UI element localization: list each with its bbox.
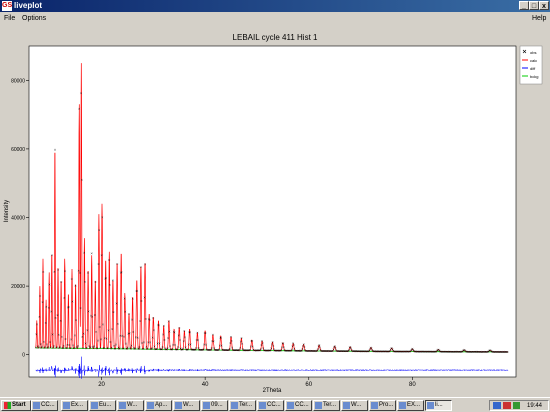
window-title: liveplot <box>14 1 43 10</box>
taskbar-button[interactable]: CC... <box>31 400 58 411</box>
y-tick-label: 80000 <box>11 78 25 84</box>
legend-label-bckg: bckg <box>530 74 538 79</box>
legend-label-calc: calc <box>530 58 537 63</box>
menu-file[interactable]: File <box>4 15 15 22</box>
taskbar-button[interactable]: Ap... <box>145 400 172 411</box>
close-button[interactable]: x <box>539 1 549 10</box>
taskbar-button[interactable]: CC... <box>285 400 312 411</box>
taskbar: Start CC... Ex... Eu... W... Ap... W... 09... T… <box>0 397 550 412</box>
taskbar-button[interactable]: W... <box>341 400 368 411</box>
app-icon <box>427 402 434 409</box>
y-axis-label: Intensity <box>4 200 10 222</box>
app-icon <box>399 402 406 409</box>
y-tick-label: 20000 <box>11 284 25 290</box>
x-tick-label: 80 <box>409 382 416 388</box>
start-button[interactable]: Start <box>1 400 31 411</box>
app-icon <box>147 402 154 409</box>
taskbar-button-label: Pro... <box>379 402 394 408</box>
x-axis-label: 2Theta <box>263 388 282 394</box>
antivirus-icon[interactable] <box>503 402 511 409</box>
menu-options[interactable]: Options <box>22 15 46 22</box>
taskbar-button[interactable]: Ter... <box>229 400 256 411</box>
y-tick-label: 60000 <box>11 147 25 153</box>
plot-title: LEBAIL cycle 411 Hist 1 <box>233 33 318 42</box>
taskbar-button-label: Ter... <box>323 402 337 408</box>
app-icon <box>33 402 40 409</box>
app-icon <box>315 402 322 409</box>
minimize-button[interactable]: _ <box>519 1 529 10</box>
app-icon <box>175 402 182 409</box>
app-icon <box>231 402 238 409</box>
y-tick-label: 40000 <box>11 216 25 222</box>
windows-flag-icon <box>4 402 11 409</box>
taskbar-button-label: 09... <box>211 402 223 408</box>
app-icon <box>91 402 98 409</box>
taskbar-button[interactable]: EX... <box>397 400 424 411</box>
app-icon <box>371 402 378 409</box>
app-icon <box>287 402 294 409</box>
x-tick-label: 60 <box>305 382 312 388</box>
menu-help[interactable]: Help <box>532 15 546 22</box>
taskbar-button-label: CC... <box>41 402 55 408</box>
powder-diffraction-plot[interactable]: LEBAIL cycle 411 Hist 1 2Theta Intensity… <box>0 25 550 397</box>
taskbar-button[interactable]: Pro... <box>369 400 396 411</box>
taskbar-button-label: Ex... <box>71 402 84 408</box>
taskbar-button-label: W... <box>183 402 194 408</box>
y-tick-label: 0 <box>22 353 25 359</box>
app-icon <box>343 402 350 409</box>
taskbar-button-label: li... <box>435 402 443 408</box>
taskbar-button-label: W... <box>351 402 362 408</box>
taskbar-button[interactable]: Eu... <box>89 400 116 411</box>
taskbar-button[interactable]: W... <box>117 400 144 411</box>
taskbar-button[interactable]: Ter... <box>313 400 340 411</box>
taskbar-button-label: CC... <box>295 402 309 408</box>
plot-window: LEBAIL cycle 411 Hist 1 2Theta Intensity… <box>0 25 550 397</box>
taskbar-button-label: Ap... <box>155 402 168 408</box>
taskbar-button[interactable]: li... <box>425 400 452 411</box>
taskbar-button-label: CC... <box>267 402 281 408</box>
clock[interactable]: 19:44 <box>527 402 542 411</box>
taskbar-button-label: EX... <box>407 402 421 408</box>
volume-icon[interactable] <box>513 402 520 409</box>
taskbar-button-label: Eu... <box>99 402 112 408</box>
x-tick-label: 20 <box>98 382 105 388</box>
start-label: Start <box>12 402 26 408</box>
x-tick-label: 40 <box>202 382 209 388</box>
taskbar-button-label: Ter... <box>239 402 253 408</box>
menu-bar: File Options Help <box>0 12 550 25</box>
network-icon[interactable] <box>493 402 501 409</box>
legend-label-obs: obs <box>530 50 536 55</box>
taskbar-button[interactable]: 09... <box>201 400 228 411</box>
app-icon <box>63 402 70 409</box>
taskbar-button[interactable]: CC... <box>257 400 284 411</box>
taskbar-button[interactable]: Ex... <box>61 400 88 411</box>
app-icon <box>259 402 266 409</box>
legend-label-diff: diff <box>530 66 536 71</box>
window-titlebar[interactable]: GS liveplot _ □ x <box>0 0 550 12</box>
system-tray: 19:44 <box>489 400 549 411</box>
app-icon <box>119 402 126 409</box>
taskbar-button[interactable]: W... <box>173 400 200 411</box>
app-icon <box>203 402 210 409</box>
app-icon[interactable]: GS <box>2 1 12 11</box>
maximize-button[interactable]: □ <box>529 1 539 10</box>
taskbar-button-label: W... <box>127 402 138 408</box>
legend: obs calc diff bckg <box>519 45 543 85</box>
